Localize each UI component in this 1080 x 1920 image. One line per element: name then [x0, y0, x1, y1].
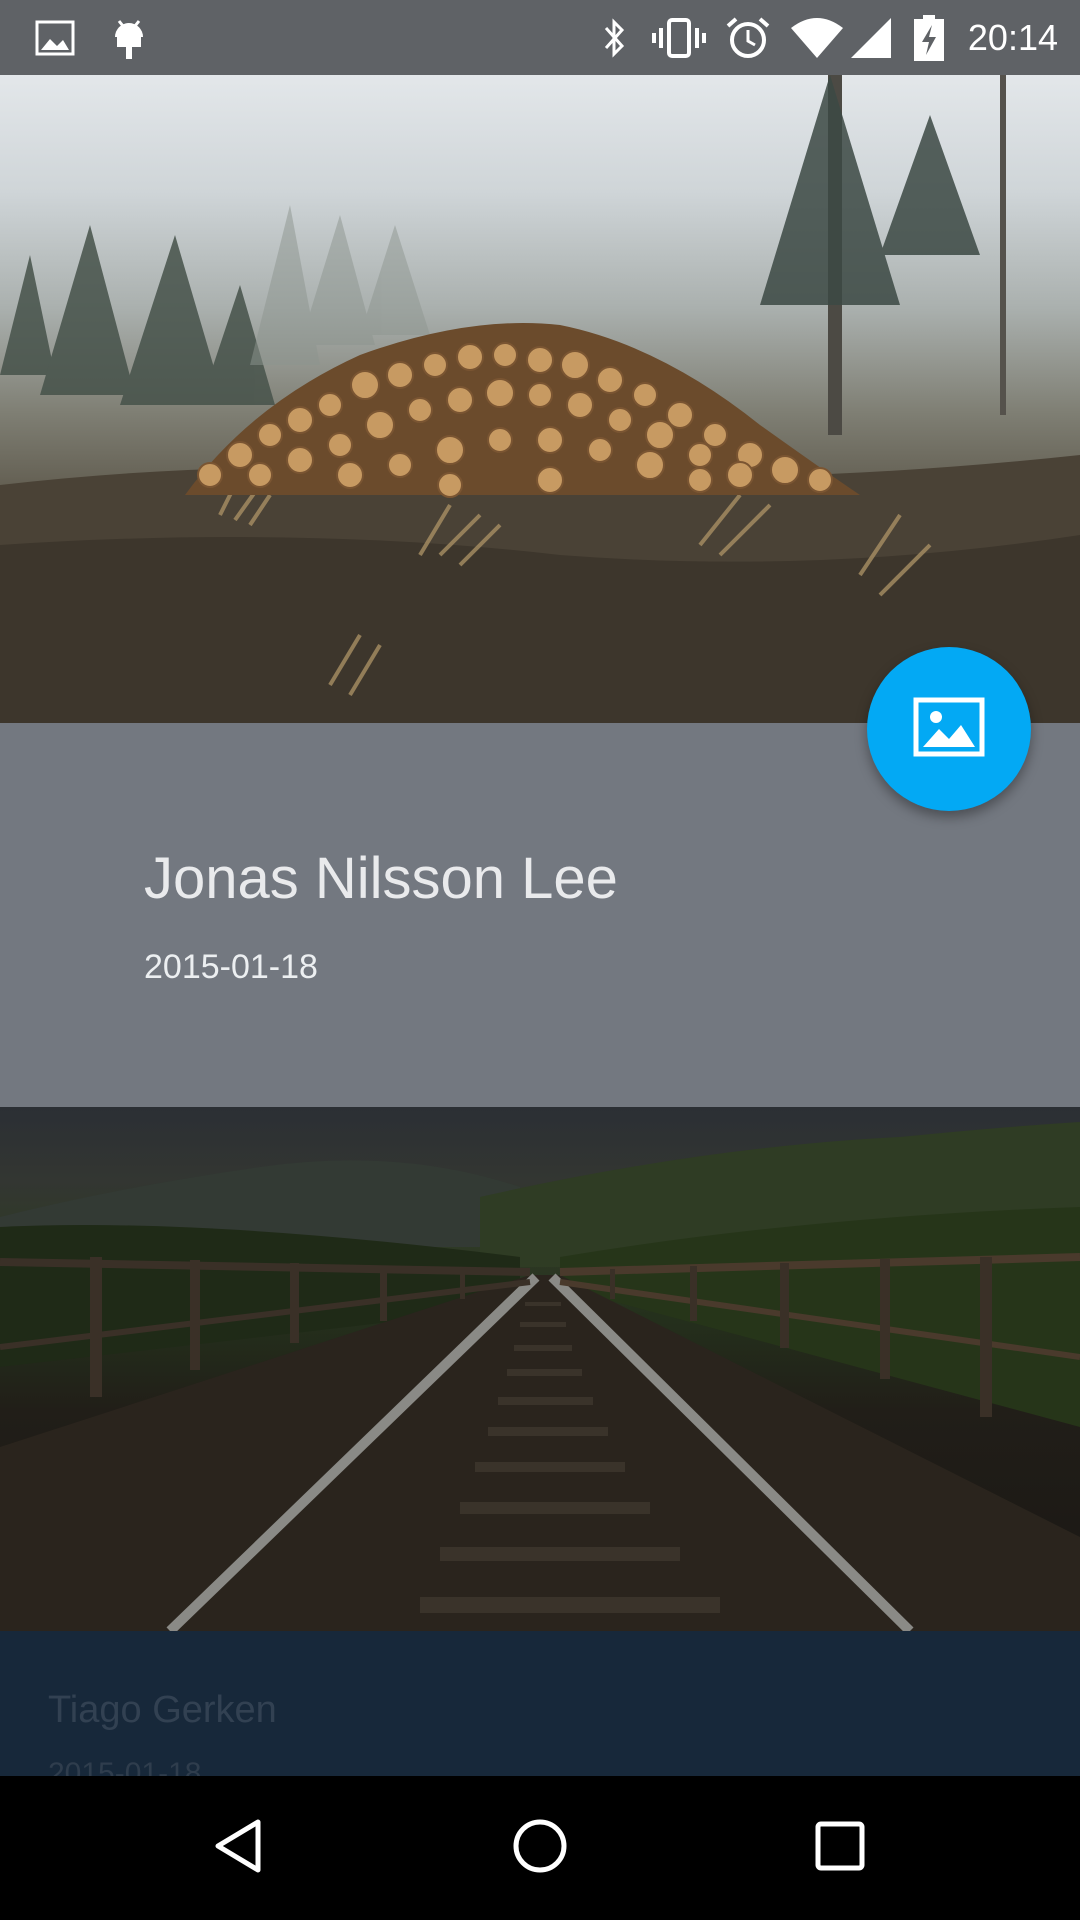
status-bar: 20:14: [0, 0, 1080, 75]
card-title: Jonas Nilsson Lee: [144, 846, 618, 911]
recents-button[interactable]: [790, 1798, 890, 1898]
card-image-forest[interactable]: [0, 75, 1080, 723]
home-button[interactable]: [490, 1798, 590, 1898]
wifi-icon: [788, 0, 846, 75]
recents-icon: [812, 1818, 868, 1879]
navigation-bar: [0, 1776, 1080, 1920]
image-notification-icon: [30, 0, 80, 75]
image-fab-button[interactable]: [867, 647, 1031, 811]
battery-charging-icon: [912, 0, 946, 75]
bluetooth-icon: [592, 0, 636, 75]
card-date: 2015-01-18: [48, 1757, 202, 1776]
card-image-railway[interactable]: [0, 1107, 1080, 1631]
android-icon: [104, 0, 154, 75]
vibrate-icon: [648, 0, 710, 75]
signal-icon: [848, 0, 894, 75]
alarm-icon: [722, 0, 774, 75]
status-time: 20:14: [967, 17, 1058, 58]
card-info-panel[interactable]: Tiago Gerken 2015-01-18: [0, 1631, 1080, 1776]
back-icon: [210, 1816, 270, 1881]
home-icon: [510, 1816, 570, 1881]
card-title: Tiago Gerken: [48, 1689, 277, 1731]
card-date: 2015-01-18: [144, 948, 318, 986]
back-button[interactable]: [190, 1798, 290, 1898]
image-icon: [913, 697, 985, 762]
